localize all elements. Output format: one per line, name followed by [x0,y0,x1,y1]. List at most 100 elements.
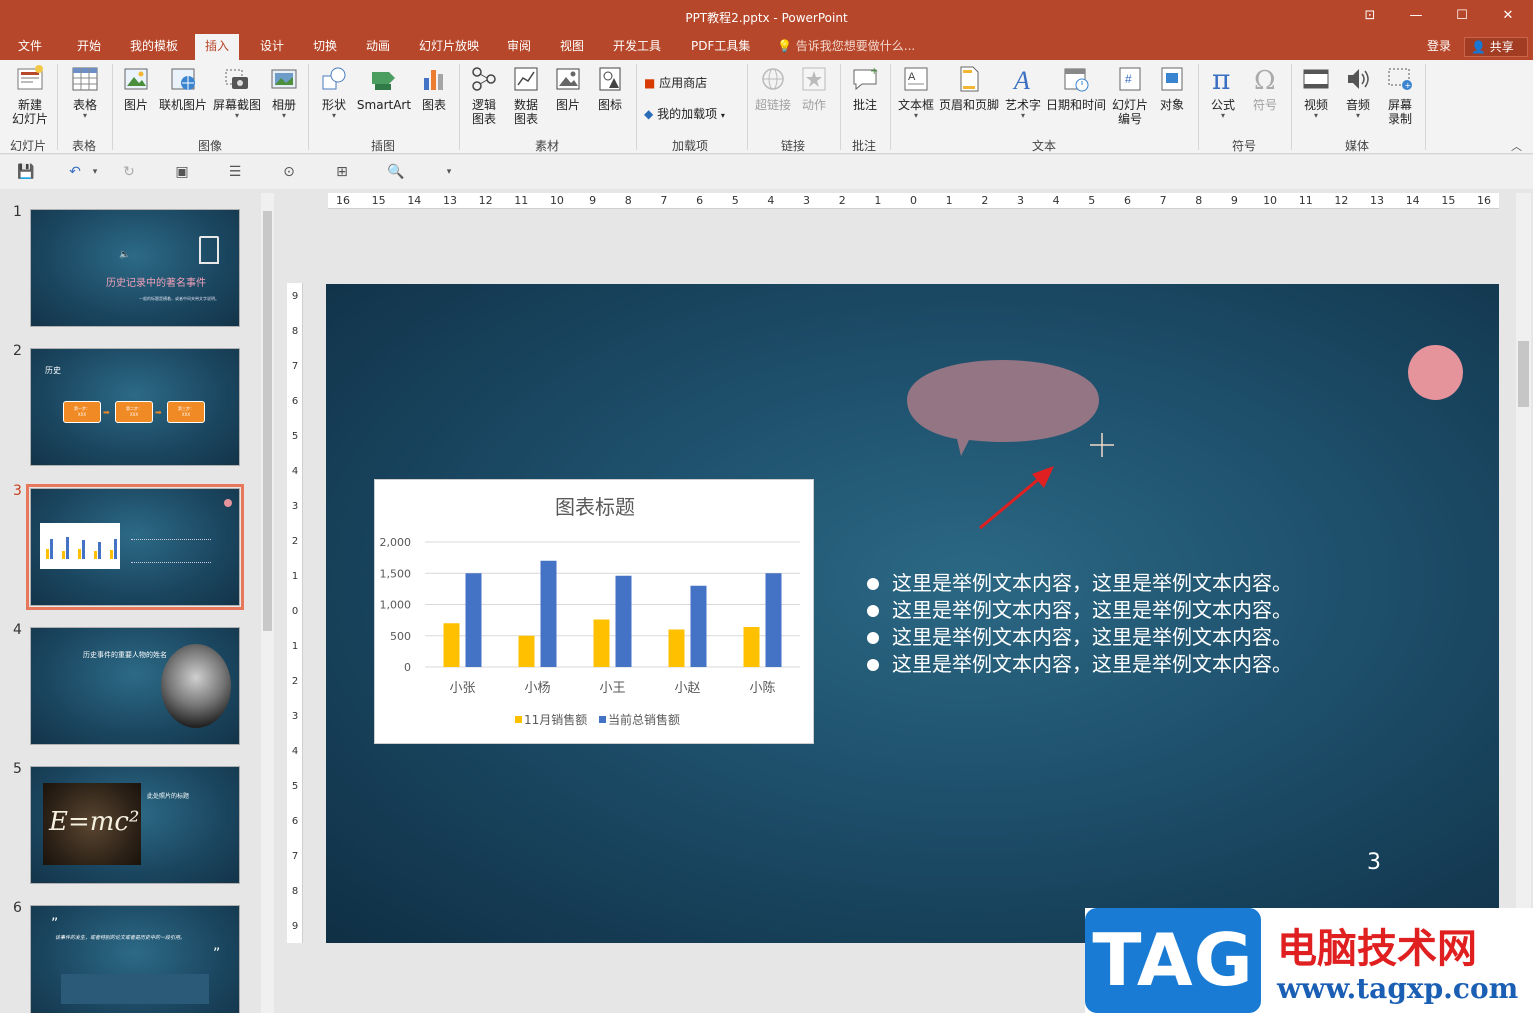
ruler-tick-label: 3 [291,501,299,512]
equation-button[interactable]: π 公式 ▾ [1205,64,1241,120]
thumbnail-slide-1[interactable]: 🔈 历史记录中的著名事件 一般的标题是横着，或者中间夹带文字说明。 [30,209,240,327]
thumbnail-number: 1 [13,204,22,220]
text-layout-icon[interactable]: ☰ [226,164,244,180]
hyperlink-button[interactable]: 超链接 [753,64,793,112]
decorative-circle[interactable] [1408,345,1463,400]
shapes-button[interactable]: 形状 ▾ [316,64,352,120]
close-button[interactable]: ✕ [1496,6,1520,26]
login-link[interactable]: 登录 [1427,34,1451,58]
editor-scrollbar-thumb[interactable] [1518,341,1529,407]
thumb6-box [61,974,209,1004]
thumb4-title: 历史事件的重要人物的姓名 [83,651,167,659]
thumbnail-slide-3[interactable] [26,484,244,610]
slideshow-icon[interactable]: ⊞ [333,164,351,180]
tab-pdf-tools[interactable]: PDF工具集 [681,34,760,60]
action-button[interactable]: 动作 [797,64,831,112]
ruler-tick-label: 8 [624,194,632,207]
smartart-button[interactable]: SmartArt [356,64,412,112]
wordart-button[interactable]: A 艺术字 ▾ [1004,64,1042,120]
horizontal-ruler: 16 15 14 13 12 11 10 9 8 7 6 5 4 3 2 1 0 1 2 3 4 5 6 7 8 9 10 11 12 1… [328,193,1499,209]
editor-scrollbar[interactable] [1516,193,1531,1013]
svg-text:+: + [870,66,878,77]
tab-home[interactable]: 开始 [67,34,111,60]
undo-icon[interactable]: ↶ [66,164,84,180]
crosshair-cursor-icon [1090,433,1114,457]
textbox-button[interactable]: A 文本框 ▾ [896,64,936,120]
album-button[interactable]: 相册 ▾ [266,64,302,120]
thumbnail-scrollbar-thumb[interactable] [263,211,272,631]
present-online-icon[interactable]: ⊙ [280,164,298,180]
chevron-down-icon[interactable]: ▾ [86,164,104,180]
symbol-button[interactable]: Ω 符号 [1247,64,1283,112]
logic-chart-button[interactable]: 逻辑 图表 [466,64,502,126]
thumb3-circle [224,499,232,507]
ribbon: 新建 幻灯片 幻灯片 表格 ▾ 表格 图片 联机图片 屏幕截图 ▾ 相册 ▾ 图… [0,60,1533,154]
data-chart-button[interactable]: 数据 图表 [508,64,544,126]
share-button[interactable]: 👤 共享 [1464,37,1528,57]
save-icon[interactable]: 💾 [17,164,35,180]
header-footer-button[interactable]: 页眉和页脚 [938,64,1000,112]
tab-insert[interactable]: 插入 [195,34,240,61]
maximize-button[interactable]: ☐ [1450,6,1474,26]
svg-text:π: π [1212,64,1230,94]
object-button[interactable]: 对象 [1154,64,1190,112]
online-picture-button[interactable]: 联机图片 [158,64,208,112]
audio-button[interactable]: 音频 ▾ [1340,64,1376,120]
print-preview-icon[interactable]: 🔍 [387,164,405,180]
bar-total-sales [765,573,782,667]
tab-design[interactable]: 设计 [250,34,294,60]
thumbnail-slide-6[interactable]: ” 该事件的发生，或者特别的论文或者是历史中的一段引用。 ” [30,905,240,1013]
customize-qat-icon[interactable]: ▾ [440,164,458,180]
thumbnail-slide-5[interactable]: E=mc² 此处照片的标题 [30,766,240,884]
minimize-button[interactable]: — [1404,6,1428,26]
redo-icon[interactable]: ↻ [120,164,138,180]
callout-shape[interactable] [903,356,1103,460]
ruler-tick-label: 4 [291,746,299,757]
tab-review[interactable]: 审阅 [497,34,541,60]
thumb5-title: 此处照片的标题 [147,793,190,800]
ruler-tick-label: 1 [291,641,299,652]
slide-canvas[interactable]: 图表标题 0 500 1,000 1,500 2,000 小张 小杨 小王 小赵 小陈 11月销售额 当… [326,284,1499,943]
tab-file[interactable]: 文件 [8,34,52,60]
datetime-button[interactable]: 日期和时间 [1045,64,1107,112]
watermark-url: www.tagxp.com [1277,972,1519,1005]
ruler-tick-label: 1 [291,571,299,582]
tab-developer[interactable]: 开发工具 [603,34,671,60]
comment-button[interactable]: + 批注 [847,64,883,112]
bullet-textbox[interactable]: 这里是举例文本内容，这里是举例文本内容。 这里是举例文本内容，这里是举例文本内容… [867,570,1487,678]
my-addins-button[interactable]: ◆ 我的加载项 ▾ [644,105,725,122]
tab-view[interactable]: 视图 [550,34,594,60]
group-links: 链接 [781,139,806,153]
picture-button[interactable]: 图片 [118,64,154,112]
app-store-button[interactable]: ■ 应用商店 [644,74,707,91]
material-picture-button[interactable]: 图片 [550,64,586,112]
screenshot-button[interactable]: 屏幕截图 ▾ [211,64,263,120]
tab-animations[interactable]: 动画 [356,34,400,60]
screen-record-button[interactable]: + 屏幕 录制 [1382,64,1418,126]
svg-text:+: + [1405,81,1412,90]
thumbnail-slide-4[interactable]: 历史事件的重要人物的姓名 [30,627,240,745]
tell-me-text: 告诉我您想要做什么... [795,39,916,53]
thumbnail-slide-2[interactable]: 历史 第一步： XXX ➡ 第二步： XXX ➡ 第三步： XXX [30,348,240,466]
chart-object[interactable]: 图表标题 0 500 1,000 1,500 2,000 小张 小杨 小王 小赵 小陈 11月销售额 当… [374,479,814,744]
y-tick-label: 2,000 [380,536,412,549]
chart-button[interactable]: 图表 [416,64,452,112]
tab-my-templates[interactable]: 我的模板 [120,34,188,60]
slide-number-button[interactable]: # 幻灯片 编号 [1110,64,1150,126]
tab-transitions[interactable]: 切换 [303,34,347,60]
thumbnail-scrollbar[interactable] [261,193,274,1013]
video-button[interactable]: 视频 ▾ [1298,64,1334,120]
new-slide-button[interactable]: 新建 幻灯片 [6,64,54,126]
icon-button[interactable]: 图标 [592,64,628,112]
x-tick-label: 小张 [449,681,475,696]
chevron-down-icon: ▾ [1220,111,1225,120]
tab-slideshow[interactable]: 幻灯片放映 [409,34,489,60]
tell-me-search[interactable]: 💡 告诉我您想要做什么... [777,34,915,58]
x-tick-label: 小赵 [674,681,700,696]
collapse-ribbon-icon[interactable]: ︿ [1511,138,1522,154]
ribbon-display-options-icon[interactable]: ⊡ [1358,6,1382,26]
chart-icon [424,70,443,90]
from-beginning-icon[interactable]: ▣ [173,164,191,180]
table-button[interactable]: 表格 ▾ [66,64,104,120]
ruler-tick-label: 10 [1263,194,1278,207]
